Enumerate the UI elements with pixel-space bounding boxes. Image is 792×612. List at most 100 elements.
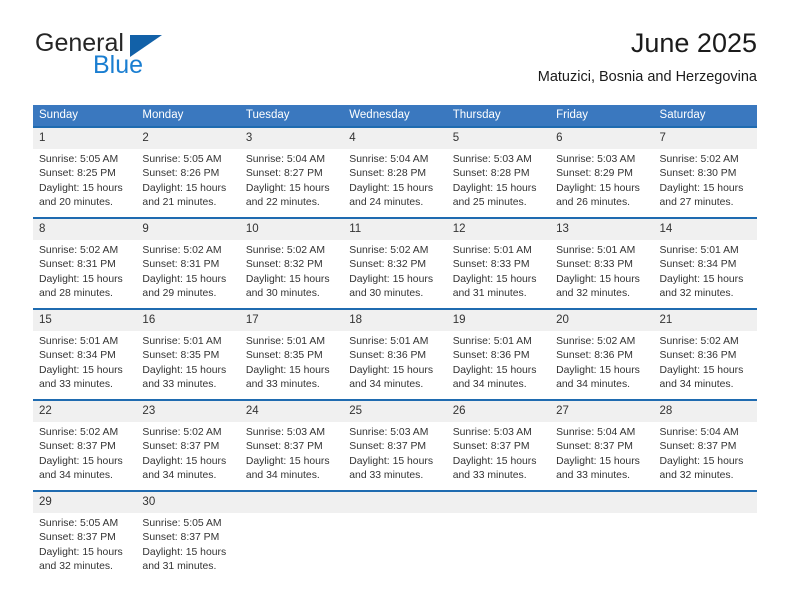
sunrise-text: Sunrise: 5:03 AM xyxy=(245,427,325,438)
day-number: 30 xyxy=(136,492,240,513)
day-details: Sunrise: 5:01 AM Sunset: 8:33 PM Daylight:… xyxy=(447,240,550,301)
calendar-day-cell[interactable]: 14 Sunrise: 5:01 AM Sunset: 8:34 PM Dayligh… xyxy=(653,217,757,309)
sunset-text: Sunset: 8:36 PM xyxy=(659,350,737,362)
calendar-day-cell[interactable]: 17 Sunrise: 5:01 AM Sunset: 8:35 PM Dayligh… xyxy=(239,308,344,400)
day-details: Sunrise: 5:03 AM Sunset: 8:37 PM Daylight:… xyxy=(447,422,550,483)
sunrise-text: Sunrise: 5:02 AM xyxy=(556,336,636,347)
page-subtitle: Matuzici, Bosnia and Herzegovina xyxy=(537,69,757,85)
daylight-text: Daylight: 15 hours and 30 minutes. xyxy=(245,273,330,299)
daylight-text: Daylight: 15 hours and 34 minutes. xyxy=(245,455,330,481)
calendar-day-cell[interactable]: 7 Sunrise: 5:02 AM Sunset: 8:30 PM Daylight… xyxy=(653,126,757,218)
day-number: 12 xyxy=(446,219,551,240)
daylight-text: Daylight: 15 hours and 34 minutes. xyxy=(452,364,537,390)
calendar-day-cell[interactable]: 2 Sunrise: 5:05 AM Sunset: 8:26 PM Daylight… xyxy=(136,126,240,218)
day-number xyxy=(343,492,447,513)
sunset-text: Sunset: 8:28 PM xyxy=(349,168,427,180)
sunrise-text: Sunrise: 5:01 AM xyxy=(349,336,429,347)
daylight-text: Daylight: 15 hours and 34 minutes. xyxy=(349,364,434,390)
calendar-day-cell[interactable]: 28 Sunrise: 5:04 AM Sunset: 8:37 PM Dayligh… xyxy=(653,399,757,491)
day-details: Sunrise: 5:03 AM Sunset: 8:37 PM Daylight:… xyxy=(343,422,446,483)
sunset-text: Sunset: 8:37 PM xyxy=(659,441,737,453)
calendar-day-cell-empty xyxy=(239,490,344,581)
day-details: Sunrise: 5:05 AM Sunset: 8:37 PM Daylight:… xyxy=(33,513,136,574)
calendar-day-cell[interactable]: 11 Sunrise: 5:02 AM Sunset: 8:32 PM Dayligh… xyxy=(343,217,447,309)
calendar-day-cell[interactable]: 13 Sunrise: 5:01 AM Sunset: 8:33 PM Dayligh… xyxy=(550,217,654,309)
sunrise-text: Sunrise: 5:05 AM xyxy=(142,518,222,529)
day-details: Sunrise: 5:02 AM Sunset: 8:37 PM Daylight:… xyxy=(33,422,136,483)
daylight-text: Daylight: 15 hours and 20 minutes. xyxy=(39,182,123,208)
calendar-day-cell[interactable]: 30 Sunrise: 5:05 AM Sunset: 8:37 PM Dayligh… xyxy=(136,490,240,581)
sunrise-text: Sunrise: 5:02 AM xyxy=(39,427,119,438)
calendar-day-cell[interactable]: 8 Sunrise: 5:02 AM Sunset: 8:31 PM Daylight… xyxy=(33,217,137,309)
calendar-day-cell[interactable]: 22 Sunrise: 5:02 AM Sunset: 8:37 PM Dayligh… xyxy=(33,399,137,491)
sunrise-text: Sunrise: 5:02 AM xyxy=(142,427,222,438)
sunset-text: Sunset: 8:32 PM xyxy=(349,259,427,271)
day-number: 5 xyxy=(446,128,551,149)
day-number: 13 xyxy=(550,219,654,240)
calendar-day-cell[interactable]: 4 Sunrise: 5:04 AM Sunset: 8:28 PM Daylight… xyxy=(343,126,447,218)
calendar-day-cell[interactable]: 16 Sunrise: 5:01 AM Sunset: 8:35 PM Dayligh… xyxy=(136,308,240,400)
sunset-text: Sunset: 8:37 PM xyxy=(349,441,427,453)
calendar-day-cell[interactable]: 19 Sunrise: 5:01 AM Sunset: 8:36 PM Dayligh… xyxy=(446,308,551,400)
daylight-text: Daylight: 15 hours and 33 minutes. xyxy=(349,455,434,481)
sunset-text: Sunset: 8:35 PM xyxy=(142,350,220,362)
calendar-day-cell[interactable]: 15 Sunrise: 5:01 AM Sunset: 8:34 PM Dayligh… xyxy=(33,308,137,400)
calendar-week-row: 15 Sunrise: 5:01 AM Sunset: 8:34 PM Dayligh… xyxy=(33,308,757,400)
calendar-day-cell[interactable]: 29 Sunrise: 5:05 AM Sunset: 8:37 PM Dayligh… xyxy=(33,490,137,581)
calendar-day-cell[interactable]: 27 Sunrise: 5:04 AM Sunset: 8:37 PM Dayligh… xyxy=(550,399,654,491)
sunset-text: Sunset: 8:26 PM xyxy=(142,168,220,180)
sunset-text: Sunset: 8:36 PM xyxy=(349,350,427,362)
sunset-text: Sunset: 8:34 PM xyxy=(39,350,116,362)
day-number: 25 xyxy=(343,401,447,422)
day-number: 6 xyxy=(550,128,654,149)
daylight-text: Daylight: 15 hours and 32 minutes. xyxy=(659,273,744,299)
sunrise-text: Sunrise: 5:03 AM xyxy=(452,154,532,165)
sunset-text: Sunset: 8:27 PM xyxy=(245,168,323,180)
day-details: Sunrise: 5:02 AM Sunset: 8:36 PM Daylight:… xyxy=(654,331,757,392)
calendar-day-cell[interactable]: 10 Sunrise: 5:02 AM Sunset: 8:32 PM Dayligh… xyxy=(239,217,344,309)
calendar-day-cell[interactable]: 5 Sunrise: 5:03 AM Sunset: 8:28 PM Daylight… xyxy=(446,126,551,218)
sunrise-text: Sunrise: 5:05 AM xyxy=(39,518,119,529)
sunset-text: Sunset: 8:36 PM xyxy=(556,350,633,362)
sunset-text: Sunset: 8:36 PM xyxy=(452,350,530,362)
calendar-day-cell[interactable]: 20 Sunrise: 5:02 AM Sunset: 8:36 PM Dayligh… xyxy=(550,308,654,400)
calendar-day-cell[interactable]: 18 Sunrise: 5:01 AM Sunset: 8:36 PM Dayligh… xyxy=(343,308,447,400)
daylight-text: Daylight: 15 hours and 31 minutes. xyxy=(142,546,227,572)
sunrise-text: Sunrise: 5:02 AM xyxy=(142,245,222,256)
day-number: 15 xyxy=(33,310,137,331)
sunrise-text: Sunrise: 5:01 AM xyxy=(245,336,325,347)
generalblue-logo[interactable]: General Blue xyxy=(33,31,253,87)
calendar-day-cell[interactable]: 24 Sunrise: 5:03 AM Sunset: 8:37 PM Dayligh… xyxy=(239,399,344,491)
day-number: 3 xyxy=(239,128,344,149)
calendar-day-cell[interactable]: 21 Sunrise: 5:02 AM Sunset: 8:36 PM Dayligh… xyxy=(653,308,757,400)
calendar-day-cell[interactable]: 1 Sunrise: 5:05 AM Sunset: 8:25 PM Daylight… xyxy=(33,126,137,218)
day-number: 1 xyxy=(33,128,137,149)
calendar-day-cell[interactable]: 12 Sunrise: 5:01 AM Sunset: 8:33 PM Dayligh… xyxy=(446,217,551,309)
sunrise-text: Sunrise: 5:04 AM xyxy=(349,154,429,165)
day-number: 4 xyxy=(343,128,447,149)
calendar-day-cell[interactable]: 23 Sunrise: 5:02 AM Sunset: 8:37 PM Dayligh… xyxy=(136,399,240,491)
calendar-week-row: 1 Sunrise: 5:05 AM Sunset: 8:25 PM Daylight… xyxy=(33,126,757,218)
day-number: 9 xyxy=(136,219,240,240)
calendar-day-cell[interactable]: 6 Sunrise: 5:03 AM Sunset: 8:29 PM Daylight… xyxy=(550,126,654,218)
page-header: General Blue June 2025 Matuzici, Bosnia … xyxy=(33,26,757,92)
daylight-text: Daylight: 15 hours and 32 minutes. xyxy=(659,455,744,481)
daylight-text: Daylight: 15 hours and 33 minutes. xyxy=(556,455,640,481)
sunset-text: Sunset: 8:31 PM xyxy=(39,259,116,271)
calendar-page: General Blue June 2025 Matuzici, Bosnia … xyxy=(0,0,792,612)
daylight-text: Daylight: 15 hours and 28 minutes. xyxy=(39,273,123,299)
day-number: 14 xyxy=(653,219,757,240)
day-details: Sunrise: 5:05 AM Sunset: 8:26 PM Daylight:… xyxy=(136,149,239,210)
calendar-day-cell[interactable]: 25 Sunrise: 5:03 AM Sunset: 8:37 PM Dayligh… xyxy=(343,399,447,491)
sunrise-text: Sunrise: 5:01 AM xyxy=(659,245,739,256)
calendar-day-cell[interactable]: 3 Sunrise: 5:04 AM Sunset: 8:27 PM Daylight… xyxy=(239,126,344,218)
weekday-header-thursday: Thursday xyxy=(446,105,551,127)
daylight-text: Daylight: 15 hours and 24 minutes. xyxy=(349,182,434,208)
calendar-day-cell[interactable]: 9 Sunrise: 5:02 AM Sunset: 8:31 PM Daylight… xyxy=(136,217,240,309)
day-number: 7 xyxy=(653,128,757,149)
sunrise-text: Sunrise: 5:05 AM xyxy=(39,154,119,165)
sunrise-text: Sunrise: 5:02 AM xyxy=(245,245,325,256)
sunrise-text: Sunrise: 5:01 AM xyxy=(142,336,222,347)
day-number: 28 xyxy=(653,401,757,422)
calendar-day-cell[interactable]: 26 Sunrise: 5:03 AM Sunset: 8:37 PM Dayligh… xyxy=(446,399,551,491)
